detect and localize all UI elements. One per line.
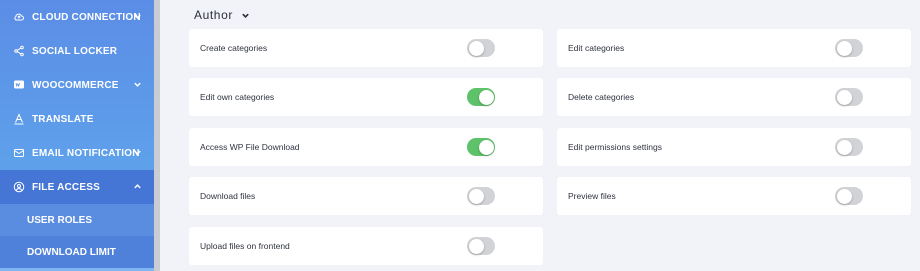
chevron-down-icon <box>242 13 249 18</box>
permission-row: Create categories <box>189 29 543 67</box>
sidebar-item-label: WOOCOMMERCE <box>32 79 119 91</box>
translate-icon <box>13 113 25 125</box>
chevron-down-icon <box>134 82 141 87</box>
mail-icon <box>13 147 25 159</box>
sidebar-item-label: TRANSLATE <box>32 113 94 125</box>
permission-label: Edit categories <box>568 43 625 53</box>
sidebar-item-label: FILE ACCESS <box>32 181 100 193</box>
sidebar-item-file-access[interactable]: FILE ACCESS <box>0 170 154 204</box>
permission-label: Delete categories <box>568 92 635 102</box>
sidebar-item-translate[interactable]: TRANSLATE <box>0 102 154 136</box>
role-label: Author <box>194 8 233 22</box>
sidebar-item-label: EMAIL NOTIFICATION <box>32 147 140 159</box>
permission-label: Preview files <box>568 191 616 201</box>
permission-toggle[interactable] <box>835 138 863 156</box>
cloud-icon <box>13 11 25 23</box>
permission-toggle[interactable] <box>467 39 495 57</box>
permission-row: Edit permissions settings <box>557 128 911 166</box>
permission-label: Access WP File Download <box>200 142 300 152</box>
sidebar-subitem-download-limit[interactable]: DOWNLOAD LIMIT <box>0 236 154 268</box>
user-circle-icon <box>13 181 25 193</box>
chevron-up-icon <box>134 184 141 189</box>
sidebar: CLOUD CONNECTION SOCIAL LOCKER WOOCOMMER… <box>0 0 154 271</box>
permission-label: Download files <box>200 191 256 201</box>
main-content: Author Create categories Edit categories E… <box>160 0 920 271</box>
permission-toggle[interactable] <box>835 187 863 205</box>
sidebar-item-cloud-connection[interactable]: CLOUD CONNECTION <box>0 0 154 34</box>
toggle-knob <box>468 238 484 254</box>
permission-row: Upload files on frontend <box>189 227 543 265</box>
permission-label: Edit own categories <box>200 92 275 102</box>
permission-row: Edit categories <box>557 29 911 67</box>
toggle-knob <box>836 139 852 155</box>
sidebar-item-woocommerce[interactable]: WOOCOMMERCE <box>0 68 154 102</box>
permission-toggle[interactable] <box>467 138 495 156</box>
permission-toggle[interactable] <box>467 187 495 205</box>
permission-row: Preview files <box>557 177 911 215</box>
permission-label: Upload files on frontend <box>200 241 290 251</box>
permission-label: Edit permissions settings <box>568 142 663 152</box>
permission-row: Download files <box>189 177 543 215</box>
permission-row: Delete categories <box>557 78 911 116</box>
share-icon <box>13 45 25 57</box>
sidebar-item-label: CLOUD CONNECTION <box>32 11 141 23</box>
role-selector[interactable]: Author <box>194 8 250 22</box>
sidebar-item-label: SOCIAL LOCKER <box>32 45 118 57</box>
permission-toggle[interactable] <box>467 88 495 106</box>
sidebar-item-social-locker[interactable]: SOCIAL LOCKER <box>0 34 154 68</box>
toggle-knob <box>468 188 484 204</box>
sidebar-item-email-notification[interactable]: EMAIL NOTIFICATION <box>0 136 154 170</box>
woocommerce-icon <box>13 79 25 91</box>
permission-row: Edit own categories <box>189 78 543 116</box>
toggle-knob <box>836 89 852 105</box>
sidebar-subitem-user-roles[interactable]: USER ROLES <box>0 204 154 236</box>
permission-toggle[interactable] <box>835 39 863 57</box>
permission-toggle[interactable] <box>467 237 495 255</box>
toggle-knob <box>478 139 494 155</box>
chevron-down-icon <box>134 150 141 155</box>
chevron-down-icon <box>134 14 141 19</box>
toggle-knob <box>468 40 484 56</box>
permission-row: Access WP File Download <box>189 128 543 166</box>
permission-toggle[interactable] <box>835 88 863 106</box>
toggle-knob <box>478 89 494 105</box>
permission-label: Create categories <box>200 43 268 53</box>
toggle-knob <box>836 40 852 56</box>
toggle-knob <box>836 188 852 204</box>
